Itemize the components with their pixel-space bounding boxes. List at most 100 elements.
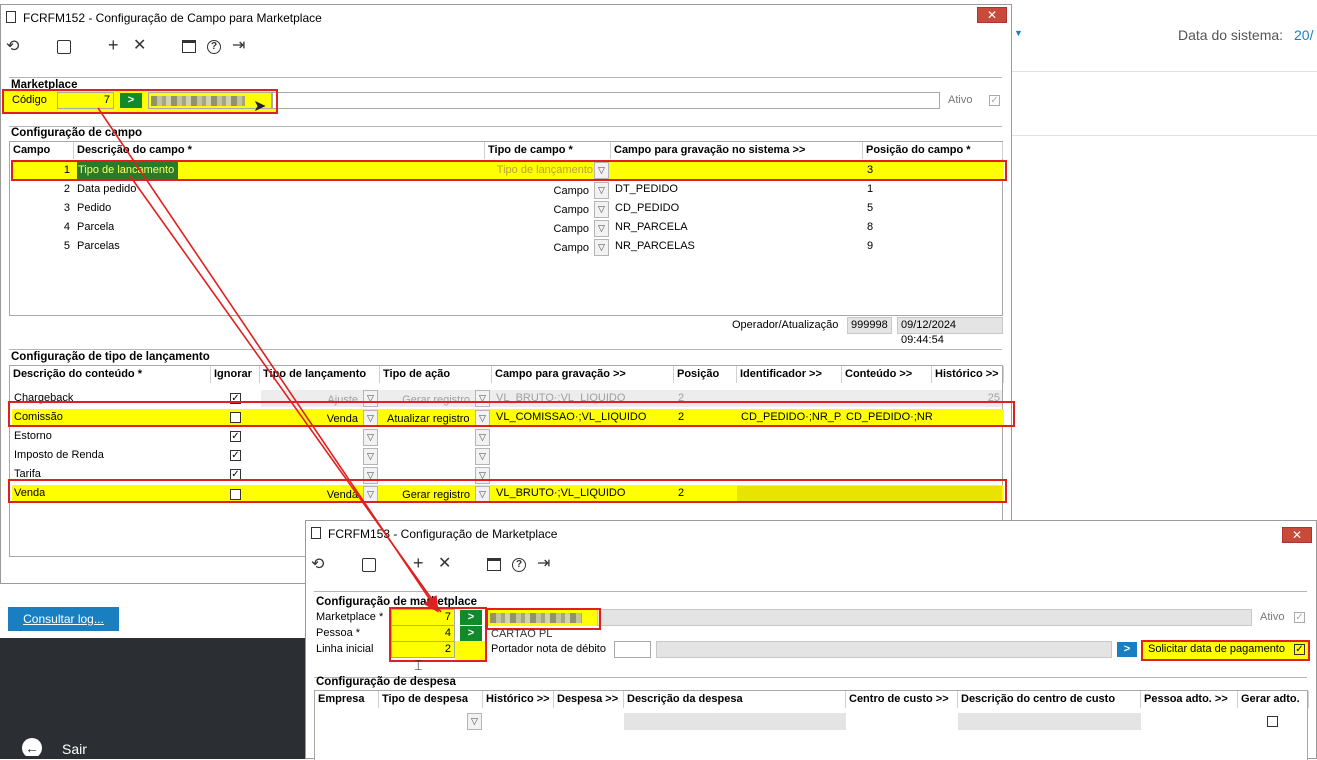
col-header-descricao-conteudo[interactable]: Descrição do conteúdo * [10,366,211,383]
cell-posicao: 5 [867,202,874,214]
sidebar: Consultar log... ← Sair [0,580,310,759]
add-icon[interactable]: + [108,36,119,54]
cell-tipo[interactable]: Campo [490,202,589,219]
search-button[interactable]: > [1117,642,1137,657]
divider [314,677,1307,678]
cell-descricao[interactable]: Pedido [77,200,111,217]
add-icon[interactable]: + [413,554,424,572]
cell-descricao[interactable]: Parcela [77,219,114,236]
sair-link[interactable]: Sair [62,741,87,757]
portador-input[interactable] [614,641,651,658]
cell-tipo[interactable]: Campo [490,221,589,238]
toolbar: ⟲ + ✕ ? ⇥ [1,33,1011,63]
ativo-checkbox[interactable]: ✓ [1294,612,1305,623]
cell-descricao[interactable]: Parcelas [77,238,120,255]
col-header-posicao[interactable]: Posição do campo * [863,142,1003,159]
col-header-gravacao[interactable]: Campo para gravação no sistema >> [611,142,863,159]
chevron-down-icon[interactable]: ▼ [1014,28,1023,38]
ativo-checkbox[interactable]: ✓ [989,95,1000,106]
ignorar-checkbox[interactable]: ✓ [230,450,241,461]
cell-posicao: 1 [867,183,874,195]
gerar-adto-checkbox[interactable] [1267,716,1278,727]
ativo-label: Ativo [948,94,973,106]
mouse-cursor-icon: ➤ [253,98,267,115]
chevron-down-icon[interactable]: ▽ [363,429,378,446]
col-header-historico[interactable]: Histórico >> [483,691,554,708]
cell-campo: 3 [63,202,70,214]
col-header-descricao-centro[interactable]: Descrição do centro de custo [958,691,1141,708]
help-icon[interactable]: ? [207,40,221,54]
cell-gravacao[interactable]: NR_PARCELAS [615,238,695,255]
operador-label: Operador/Atualização [732,319,839,331]
cell-descricao[interactable]: Estorno [14,428,52,445]
marketplace-label: Marketplace * [316,611,384,623]
ignorar-checkbox[interactable]: ✓ [230,431,241,442]
chevron-down-icon[interactable]: ▽ [594,220,609,237]
col-header-posicao[interactable]: Posição [674,366,737,383]
cell-descricao[interactable]: Data pedido [77,181,136,198]
cell-campo: 5 [63,240,70,252]
col-header-tipo-lancamento[interactable]: Tipo de lançamento [260,366,380,383]
col-header-gerar-adto[interactable]: Gerar adto. [1238,691,1309,708]
col-header-campo[interactable]: Campo [10,142,74,159]
save-icon[interactable] [57,40,71,54]
cell-campo: 4 [63,221,70,233]
chevron-down-icon[interactable]: ▽ [467,713,482,730]
col-header-campo-gravacao[interactable]: Campo para gravação >> [492,366,674,383]
col-header-descricao[interactable]: Descrição do campo * [74,142,485,159]
col-header-centro-custo[interactable]: Centro de custo >> [846,691,958,708]
chevron-down-icon[interactable]: ▽ [594,182,609,199]
cell-tipo[interactable]: Campo [490,183,589,200]
config-campo-section-title: Configuração de campo [11,127,142,139]
divider [1010,71,1317,72]
cell-gravacao[interactable]: CD_PEDIDO [615,200,679,217]
cell-bg [958,713,1141,730]
window-title: FCRFM152 - Configuração de Campo para Ma… [23,11,322,25]
cell-bg [624,713,846,730]
cell-gravacao[interactable]: DT_PEDIDO [615,181,678,198]
calendar-icon[interactable] [182,40,196,53]
undo-icon[interactable]: ⟲ [311,557,324,573]
operador-field: 999998 [847,317,892,334]
close-button[interactable]: ✕ [1282,527,1312,543]
cell-gravacao[interactable]: NR_PARCELA [615,219,688,236]
save-icon[interactable] [362,558,376,572]
col-header-tipo-despesa[interactable]: Tipo de despesa [379,691,483,708]
col-header-historico[interactable]: Histórico >> [932,366,1004,383]
col-header-tipo[interactable]: Tipo de campo * [485,142,611,159]
cell-tipo[interactable]: Campo [490,240,589,257]
document-icon [311,527,321,539]
sidebar-dark [0,638,310,759]
document-icon [6,11,16,23]
exit-icon[interactable]: ⇥ [232,38,245,54]
exit-icon[interactable]: ⇥ [537,556,550,572]
close-button[interactable]: ✕ [977,7,1007,23]
help-icon[interactable]: ? [512,558,526,572]
col-header-descricao-despesa[interactable]: Descrição da despesa [624,691,846,708]
delete-icon[interactable]: ✕ [438,556,451,572]
col-header-ignorar[interactable]: Ignorar [211,366,260,383]
col-header-conteudo[interactable]: Conteúdo >> [842,366,932,383]
col-header-despesa[interactable]: Despesa >> [554,691,624,708]
toolbar: ⟲ + ✕ ? ⇥ [306,551,1316,581]
delete-icon[interactable]: ✕ [133,38,146,54]
chevron-down-icon[interactable]: ▽ [475,429,490,446]
chevron-down-icon[interactable]: ▽ [594,239,609,256]
cell-descricao[interactable]: Imposto de Renda [14,447,104,464]
col-header-tipo-acao[interactable]: Tipo de ação [380,366,492,383]
divider [314,591,1307,592]
marketplace-name-field [597,609,1252,626]
chevron-down-icon[interactable]: ▽ [594,201,609,218]
background-panel: ▼ Data do sistema: 20/ [1010,0,1317,520]
calendar-icon[interactable] [487,558,501,571]
undo-icon[interactable]: ⟲ [6,39,19,55]
chevron-down-icon[interactable]: ▽ [363,448,378,465]
chevron-down-icon[interactable]: ▽ [475,448,490,465]
col-header-pessoa-adto[interactable]: Pessoa adto. >> [1141,691,1238,708]
system-date-label: Data do sistema: [1178,27,1284,43]
exit-icon[interactable]: ← [22,738,42,758]
col-header-empresa[interactable]: Empresa [315,691,379,708]
portador-name-field [656,641,1112,658]
consultar-log-button[interactable]: Consultar log... [8,607,119,631]
col-header-identificador[interactable]: Identificador >> [737,366,842,383]
